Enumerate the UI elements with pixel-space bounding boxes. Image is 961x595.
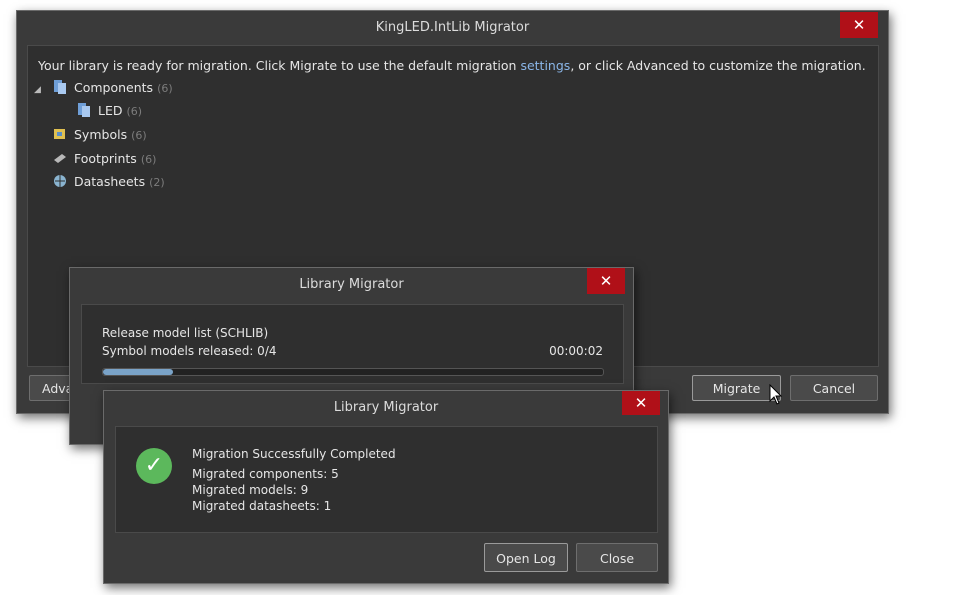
cancel-button-label: Cancel — [812, 381, 856, 396]
progress-line-1: Release model list (SCHLIB) — [102, 326, 269, 340]
tree-label-led: LED — [98, 103, 123, 118]
close-icon: ✕ — [634, 394, 648, 412]
progress-dialog-title: Library Migrator — [299, 277, 404, 292]
close-button[interactable]: Close — [576, 543, 658, 572]
migrate-button[interactable]: Migrate — [692, 375, 781, 401]
tree-count-datasheets: (2) — [149, 176, 165, 189]
open-log-label: Open Log — [496, 551, 556, 566]
result-dialog: Library Migrator ✕ ✓ Migration Successfu… — [103, 390, 669, 584]
tree-count-components: (6) — [157, 82, 173, 95]
result-title-bar[interactable]: Library Migrator ✕ — [104, 391, 668, 424]
message-text-start: Your library is ready for migration. Cli… — [38, 58, 521, 73]
close-icon: ✕ — [599, 272, 613, 290]
elapsed-time: 00:00:02 — [549, 344, 603, 358]
component-icon — [52, 79, 68, 95]
result-line-models: Migrated models: 9 — [192, 483, 309, 497]
progress-bar-fill — [103, 369, 173, 375]
migration-message: Your library is ready for migration. Cli… — [38, 58, 866, 73]
tree-item-led[interactable]: LED (6) — [76, 102, 142, 120]
progress-title-bar[interactable]: Library Migrator ✕ — [70, 268, 633, 301]
component-icon — [76, 102, 92, 118]
progress-close-button[interactable]: ✕ — [587, 268, 625, 294]
progress-bar-track — [102, 368, 604, 376]
open-log-button[interactable]: Open Log — [484, 543, 568, 572]
main-close-button[interactable]: ✕ — [840, 12, 878, 38]
result-close-x-button[interactable]: ✕ — [622, 391, 660, 415]
symbol-icon — [52, 126, 68, 142]
result-dialog-title: Library Migrator — [333, 400, 439, 415]
progress-content-panel: Release model list (SCHLIB) Symbol model… — [81, 304, 624, 384]
datasheet-icon — [52, 173, 68, 189]
check-glyph: ✓ — [144, 453, 164, 478]
tree-label-components: Components — [73, 80, 154, 95]
expand-arrow-icon[interactable]: ◢ — [34, 81, 48, 99]
result-line-components: Migrated components: 5 — [192, 467, 339, 481]
migrate-button-label: Migrate — [712, 381, 761, 396]
mouse-cursor-icon — [769, 383, 785, 406]
tree-item-symbols[interactable]: Symbols (6) — [52, 126, 147, 144]
tree-count-footprints: (6) — [140, 153, 157, 166]
result-heading: Migration Successfully Completed — [192, 447, 396, 461]
main-window-title: KingLED.IntLib Migrator — [375, 20, 530, 35]
close-button-label: Close — [599, 551, 635, 566]
message-text-end: , or click Advanced to customize the mig… — [570, 58, 866, 73]
cancel-button[interactable]: Cancel — [790, 375, 878, 401]
tree-count-led: (6) — [126, 105, 143, 118]
tree-label-footprints: Footprints — [74, 151, 137, 166]
tree-item-components[interactable]: ◢ Components (6) — [34, 79, 173, 97]
progress-line-2: Symbol models released: 0/4 — [102, 344, 277, 358]
tree-label-datasheets: Datasheets — [74, 174, 146, 189]
result-line-datasheets: Migrated datasheets: 1 — [192, 499, 332, 513]
tree-count-symbols: (6) — [131, 129, 147, 142]
close-icon: ✕ — [852, 16, 866, 34]
main-title-bar[interactable]: KingLED.IntLib Migrator ✕ — [17, 11, 888, 44]
tree-item-footprints[interactable]: Footprints (6) — [52, 150, 156, 168]
footprint-icon — [52, 150, 68, 166]
settings-link[interactable]: settings — [520, 58, 570, 73]
tree-item-datasheets[interactable]: Datasheets (2) — [52, 173, 165, 191]
success-check-icon: ✓ — [136, 448, 172, 484]
result-content-panel: ✓ Migration Successfully Completed Migra… — [115, 426, 658, 533]
tree-label-symbols: Symbols — [74, 127, 128, 142]
